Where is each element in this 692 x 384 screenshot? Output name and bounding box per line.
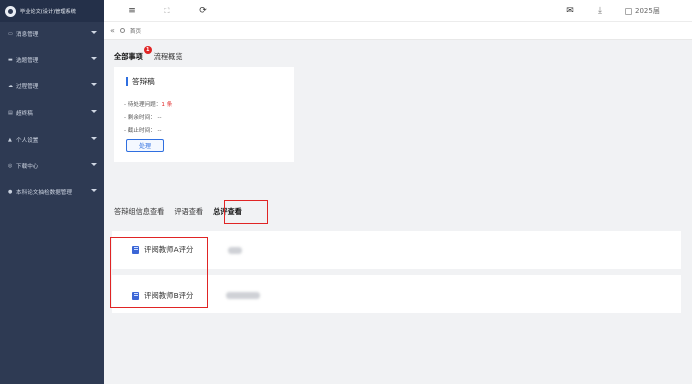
pending-count: 1 条 [161, 102, 173, 108]
chevron-down-icon [91, 189, 97, 192]
menu-icon[interactable]: ≡ [126, 5, 138, 17]
notification-badge: 1 [143, 46, 152, 54]
sidebar-item-topics[interactable]: ▬ 选题管理 [0, 53, 104, 67]
highlight-box [224, 200, 268, 224]
chevron-down-icon [91, 163, 97, 166]
sidebar-item-downloads[interactable]: ◎ 下载中心 [0, 159, 104, 173]
app-title: 毕业论文(设计)管理系统 [20, 8, 76, 15]
task-card-title-text: 答辩稿 [132, 77, 155, 86]
chevron-down-icon [91, 110, 97, 113]
sidebar-item-final-draft[interactable]: ▤ 超终稿 [0, 106, 104, 120]
refresh-icon[interactable]: ⟳ [197, 5, 209, 17]
title-accent-bar [126, 77, 128, 86]
chevron-down-icon [91, 83, 97, 86]
breadcrumb: « 首页 [104, 22, 692, 40]
sidebar-item-process[interactable]: ☁ 过程管理 [0, 79, 104, 93]
year-selector[interactable]: 2025届 [625, 4, 660, 18]
process-button[interactable]: 处理 [126, 139, 164, 152]
tab-comments[interactable]: 评语查看 [174, 207, 203, 217]
tab-label: 全部事项 [114, 52, 143, 61]
logo-icon [5, 5, 16, 17]
sidebar-item-thesis-sampling[interactable]: ● 本科论文抽检数据管理 [0, 185, 104, 199]
chevron-down-icon [91, 57, 97, 60]
deadline: - 截止时间： -- [124, 128, 162, 134]
mail-icon[interactable]: ✉ [564, 5, 576, 17]
redacted-value [226, 292, 260, 299]
remaining-time: - 剩余时间： -- [124, 115, 162, 121]
calendar-icon [625, 7, 632, 15]
download-center-icon: ◎ [8, 163, 13, 169]
breadcrumb-home[interactable]: 首页 [130, 27, 141, 35]
cloud-icon: ☁ [8, 83, 13, 89]
list-icon: ▬ [8, 57, 13, 63]
tab-defense-group-info[interactable]: 答辩组信息查看 [114, 207, 164, 217]
chevron-down-icon [91, 31, 97, 34]
home-icon [119, 28, 125, 33]
task-card: 答辩稿 - 待处理问题：1 条 - 剩余时间： -- - 截止时间： -- 处理 [114, 67, 294, 162]
top-bar: ≡ ⛶ ⟳ ✉ ⤓ 2025届 [104, 0, 692, 22]
document-icon: ▤ [8, 110, 13, 116]
pending-label: - 待处理问题： [124, 102, 162, 108]
tab-process-overview[interactable]: 流程概览 [154, 52, 183, 62]
dot-icon: ● [8, 189, 13, 195]
chevron-down-icon [91, 137, 97, 140]
tab-all-items[interactable]: 全部事项 1 [114, 46, 152, 62]
redacted-value [228, 247, 242, 254]
year-value: 2025届 [635, 7, 660, 15]
user-icon: ▲ [8, 137, 12, 143]
pending-issues: - 待处理问题：1 条 [124, 100, 172, 108]
main-content: 全部事项 1 流程概览 答辩稿 - 待处理问题：1 条 - 剩余时间： -- -… [104, 40, 692, 384]
sidebar-item-personal-settings[interactable]: ▲ 个人设置 [0, 133, 104, 147]
download-icon[interactable]: ⤓ [594, 5, 606, 17]
fullscreen-icon[interactable]: ⛶ [161, 5, 173, 17]
review-tabs: 答辩组信息查看 评语查看 总评查看 [114, 207, 242, 217]
collapse-icon[interactable]: « [110, 26, 115, 35]
sidebar: 毕业论文(设计)管理系统 ▭ 消息管理 ▬ 选题管理 ☁ 过程管理 ▤ 超终稿 … [0, 0, 104, 384]
message-icon: ▭ [8, 31, 13, 37]
task-card-title: 答辩稿 [126, 76, 155, 87]
top-tabs: 全部事项 1 流程概览 [114, 46, 183, 62]
sidebar-header: 毕业论文(设计)管理系统 [0, 0, 104, 22]
highlight-box [110, 237, 208, 308]
sidebar-item-messages[interactable]: ▭ 消息管理 [0, 27, 104, 41]
